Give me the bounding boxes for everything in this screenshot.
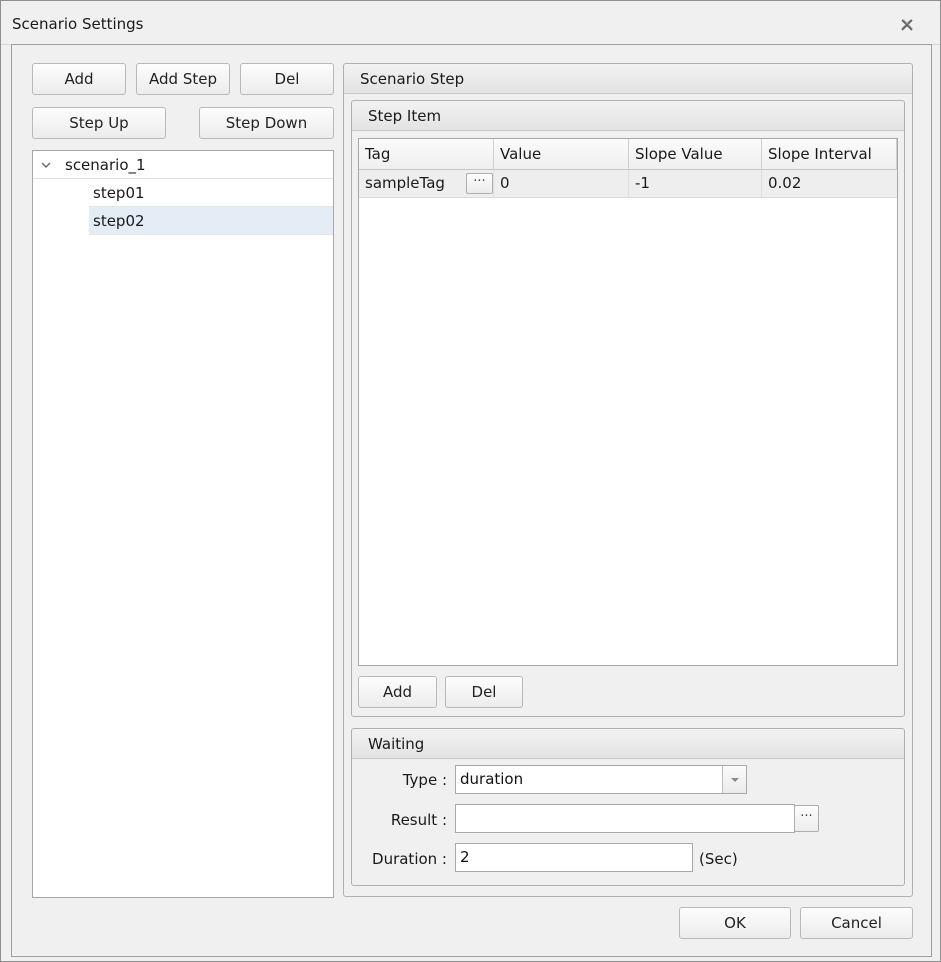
panel-header: Scenario Step	[344, 64, 912, 94]
tree-node-label: scenario_1	[65, 155, 146, 174]
tree-node-scenario[interactable]: scenario_1	[33, 151, 333, 179]
panel-header: Step Item	[352, 101, 904, 131]
type-select-value: duration	[460, 770, 524, 788]
column-header-slope-interval[interactable]: Slope Interval	[762, 139, 897, 170]
column-header-slope-value[interactable]: Slope Value	[629, 139, 762, 170]
cell-slope-interval[interactable]: 0.02	[762, 170, 897, 197]
step-item-title: Step Item	[368, 107, 442, 125]
result-label: Result :	[390, 811, 447, 829]
chevron-down-icon[interactable]	[40, 159, 52, 171]
tree-node-label: step02	[93, 211, 145, 230]
panel-header: Waiting	[352, 729, 904, 759]
step-item-table[interactable]: Tag Value Slope Value Slope Interval sam…	[358, 138, 898, 666]
tree-node-step-selected[interactable]: step02	[89, 207, 333, 235]
tree-node-label: step01	[93, 183, 145, 202]
cell-value[interactable]: 0	[494, 170, 629, 197]
type-select[interactable]: duration	[455, 765, 747, 794]
duration-label: Duration :	[372, 850, 447, 868]
scenario-tree[interactable]: scenario_1 step01 step02	[32, 150, 334, 898]
result-browse-button[interactable]: ···	[794, 805, 819, 832]
type-label: Type :	[402, 771, 447, 789]
result-input[interactable]	[455, 804, 795, 833]
scenario-settings-dialog: Scenario Settings Add Add Step Del Step …	[0, 0, 941, 962]
tag-browse-button[interactable]: ···	[466, 173, 493, 194]
scenario-step-title: Scenario Step	[360, 70, 465, 88]
table-row[interactable]: sampleTag ··· 0 -1 0.02	[359, 170, 897, 198]
duration-unit: (Sec)	[699, 850, 738, 868]
add-scenario-button[interactable]: Add	[32, 63, 126, 95]
delete-item-button[interactable]: Del	[445, 676, 523, 708]
delete-tree-item-button[interactable]: Del	[240, 63, 334, 95]
table-header: Tag Value Slope Value Slope Interval	[359, 139, 897, 170]
add-step-button[interactable]: Add Step	[136, 63, 230, 95]
column-header-tag[interactable]: Tag	[359, 139, 494, 170]
column-header-value[interactable]: Value	[494, 139, 629, 170]
waiting-title: Waiting	[368, 735, 425, 753]
step-up-button[interactable]: Step Up	[32, 107, 166, 139]
add-item-button[interactable]: Add	[358, 676, 437, 708]
tree-node-step[interactable]: step01	[89, 179, 333, 207]
triangle-down-icon	[731, 778, 739, 782]
cell-slope-value[interactable]: -1	[629, 170, 762, 197]
dropdown-button[interactable]	[722, 766, 746, 793]
title-bar: Scenario Settings	[1, 1, 940, 45]
cancel-button[interactable]: Cancel	[800, 907, 913, 939]
duration-input[interactable]: 2	[455, 843, 693, 872]
step-down-button[interactable]: Step Down	[199, 107, 334, 139]
close-icon[interactable]	[898, 16, 916, 34]
ok-button[interactable]: OK	[679, 907, 791, 939]
window-title: Scenario Settings	[12, 15, 144, 33]
